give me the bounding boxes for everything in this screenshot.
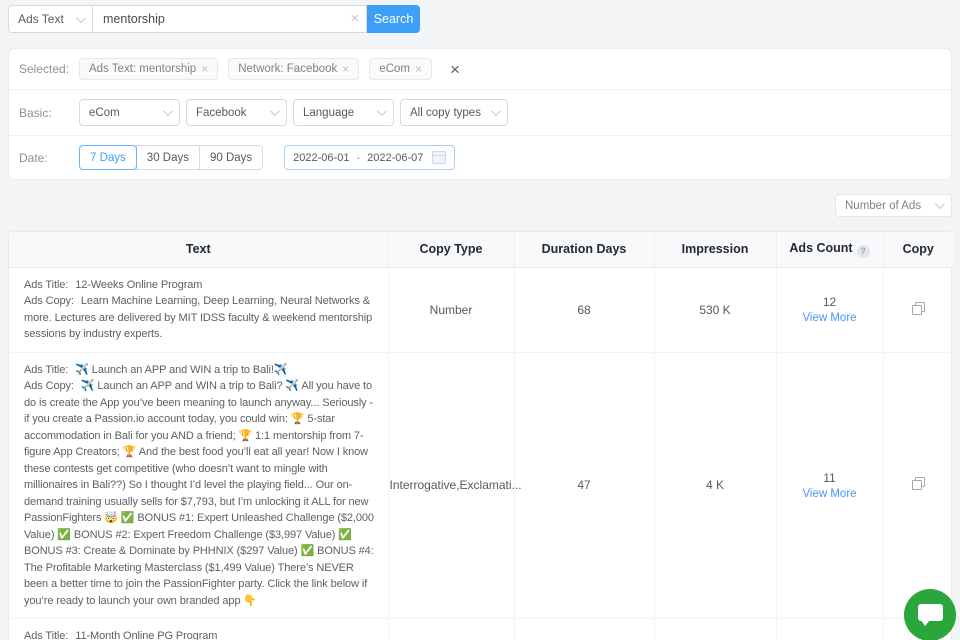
- ads-copy: ✈️ Launch an APP and WIN a trip to Bali?…: [24, 380, 374, 607]
- basic-filters-row: Basic: eCom Facebook Language All copy t…: [9, 89, 951, 135]
- cell-copy-type: Number: [388, 267, 515, 353]
- search-input[interactable]: [92, 5, 367, 33]
- tag-remove-icon[interactable]: ×: [342, 63, 349, 75]
- table-row: Ads Title:11-Month Online PG Program Ads…: [9, 618, 953, 640]
- chevron-down-icon: [934, 199, 945, 210]
- ads-copy: Learn Machine Learning, Deep Learning, N…: [24, 295, 373, 340]
- chat-button[interactable]: [904, 589, 956, 640]
- ads-copy-label: Ads Copy:: [24, 295, 74, 307]
- filter-tag-label: Network: Facebook: [238, 63, 338, 75]
- filter-panel: Selected: Ads Text: mentorship × Network…: [8, 48, 952, 180]
- cell-impression: 4 K: [654, 352, 777, 619]
- filter-tag-label: Ads Text: mentorship: [89, 63, 197, 75]
- ads-table: Text Copy Type Duration Days Impression …: [8, 231, 953, 640]
- clear-all-filters-icon[interactable]: ×: [450, 61, 460, 78]
- filter-tag: Network: Facebook ×: [228, 58, 360, 80]
- chat-bubble-icon: [918, 604, 943, 626]
- cell-duration-days: 60: [514, 618, 655, 640]
- copy-button[interactable]: [909, 474, 928, 496]
- basic-dropdown-network[interactable]: Facebook: [186, 99, 287, 126]
- date-range-input[interactable]: 2022-06-01 - 2022-06-07: [284, 145, 456, 170]
- cell-ads-count: 12 View More: [776, 267, 884, 353]
- col-header-impression: Impression: [654, 232, 777, 268]
- date-label: Date:: [19, 150, 48, 165]
- cell-copy: [883, 267, 953, 353]
- tag-remove-icon[interactable]: ×: [415, 63, 422, 75]
- col-header-copy: Copy: [883, 232, 953, 268]
- ads-title: 11-Month Online PG Program: [75, 630, 218, 640]
- search-field-value: Ads Text: [18, 12, 64, 26]
- filter-tag: eCom ×: [369, 58, 432, 80]
- selected-label: Selected:: [19, 62, 70, 76]
- chevron-down-icon: [376, 106, 387, 117]
- tag-remove-icon[interactable]: ×: [201, 63, 208, 75]
- chevron-down-icon: [162, 106, 173, 117]
- date-filters-row: Date: 7 Days 30 Days 90 Days 2022-06-01 …: [9, 135, 951, 179]
- table-row: Ads Title: 12-Weeks Online Program Ads Co…: [9, 267, 953, 353]
- cell-ads-count: 11 View More: [776, 352, 884, 619]
- search-bar: Ads Text × Search: [8, 5, 420, 33]
- date-start-value: 2022-06-01: [293, 151, 350, 164]
- date-preset-30-days[interactable]: 30 Days: [135, 145, 200, 170]
- ads-count-header-label: Ads Count: [789, 240, 853, 255]
- ads-title: 12-Weeks Online Program: [75, 278, 203, 291]
- cell-impression: 530 K: [654, 267, 777, 353]
- sort-dropdown[interactable]: Number of Ads: [835, 194, 952, 217]
- ads-count-value: 12: [822, 295, 837, 309]
- cell-ad-text: Ads Title:11-Month Online PG Program Ads…: [9, 618, 389, 640]
- basic-dropdown-copy-types[interactable]: All copy types: [400, 99, 508, 126]
- basic-label: Basic:: [19, 105, 52, 120]
- dropdown-value: All copy types: [410, 106, 481, 119]
- cell-ads-count: 9 View More: [776, 618, 884, 640]
- filter-tag-label: eCom: [379, 63, 410, 75]
- col-header-text: Text: [9, 232, 389, 268]
- date-preset-90-days[interactable]: 90 Days: [198, 145, 264, 170]
- cell-duration-days: 47: [514, 352, 655, 619]
- ads-copy-label: Ads Copy:: [24, 380, 74, 392]
- cell-impression: 211 K: [654, 618, 777, 640]
- col-header-duration-days: Duration Days: [514, 232, 655, 268]
- search-field-select[interactable]: Ads Text: [8, 5, 92, 33]
- copy-icon: [911, 477, 925, 491]
- copy-icon: [911, 301, 925, 315]
- date-preset-7-days[interactable]: 7 Days: [79, 145, 137, 170]
- cell-duration-days: 68: [514, 267, 655, 353]
- info-icon[interactable]: ?: [856, 244, 870, 258]
- chevron-down-icon: [269, 106, 280, 117]
- ads-title-label: Ads Title:: [24, 630, 69, 640]
- dropdown-value: Language: [303, 106, 355, 119]
- cell-copy-type: Number: [388, 618, 515, 640]
- chevron-down-icon: [75, 12, 86, 23]
- chevron-down-icon: [490, 106, 501, 117]
- cell-copy: [883, 352, 953, 619]
- view-more-link[interactable]: View More: [778, 488, 882, 500]
- date-preset-group: 7 Days 30 Days 90 Days: [79, 145, 264, 170]
- ads-title: ✈️ Launch an APP and WIN a trip to Bali!…: [75, 363, 288, 376]
- col-header-ads-count: Ads Count?: [776, 232, 884, 268]
- ads-title-label: Ads Title:: [24, 363, 69, 376]
- table-header-row: Text Copy Type Duration Days Impression …: [9, 232, 953, 268]
- dropdown-value: Facebook: [196, 106, 247, 119]
- cell-ad-text: Ads Title: 12-Weeks Online Program Ads Co…: [9, 267, 389, 353]
- ads-count-value: 11: [823, 470, 836, 485]
- copy-button[interactable]: [909, 299, 928, 321]
- cell-copy-type: Interrogative,Exclamati...: [388, 352, 522, 619]
- selected-filters-row: Selected: Ads Text: mentorship × Network…: [9, 49, 951, 89]
- basic-dropdown-language[interactable]: Language: [293, 99, 394, 126]
- col-header-copy-type: Copy Type: [388, 232, 515, 268]
- search-clear-icon[interactable]: ×: [350, 11, 359, 26]
- basic-dropdown-industry[interactable]: eCom: [79, 99, 180, 126]
- ads-title-label: Ads Title:: [24, 278, 69, 291]
- calendar-icon: [432, 151, 447, 164]
- table-row: Ads Title: ✈️ Launch an APP and WIN a tri…: [9, 352, 953, 619]
- date-separator: -: [356, 151, 361, 164]
- dropdown-value: eCom: [89, 106, 120, 119]
- view-more-link[interactable]: View More: [778, 312, 882, 324]
- date-end-value: 2022-06-07: [367, 151, 424, 164]
- cell-ad-text: Ads Title: ✈️ Launch an APP and WIN a tri…: [9, 352, 389, 619]
- sort-value: Number of Ads: [845, 199, 922, 212]
- filter-tag: Ads Text: mentorship ×: [79, 58, 219, 80]
- search-button[interactable]: Search: [367, 5, 420, 33]
